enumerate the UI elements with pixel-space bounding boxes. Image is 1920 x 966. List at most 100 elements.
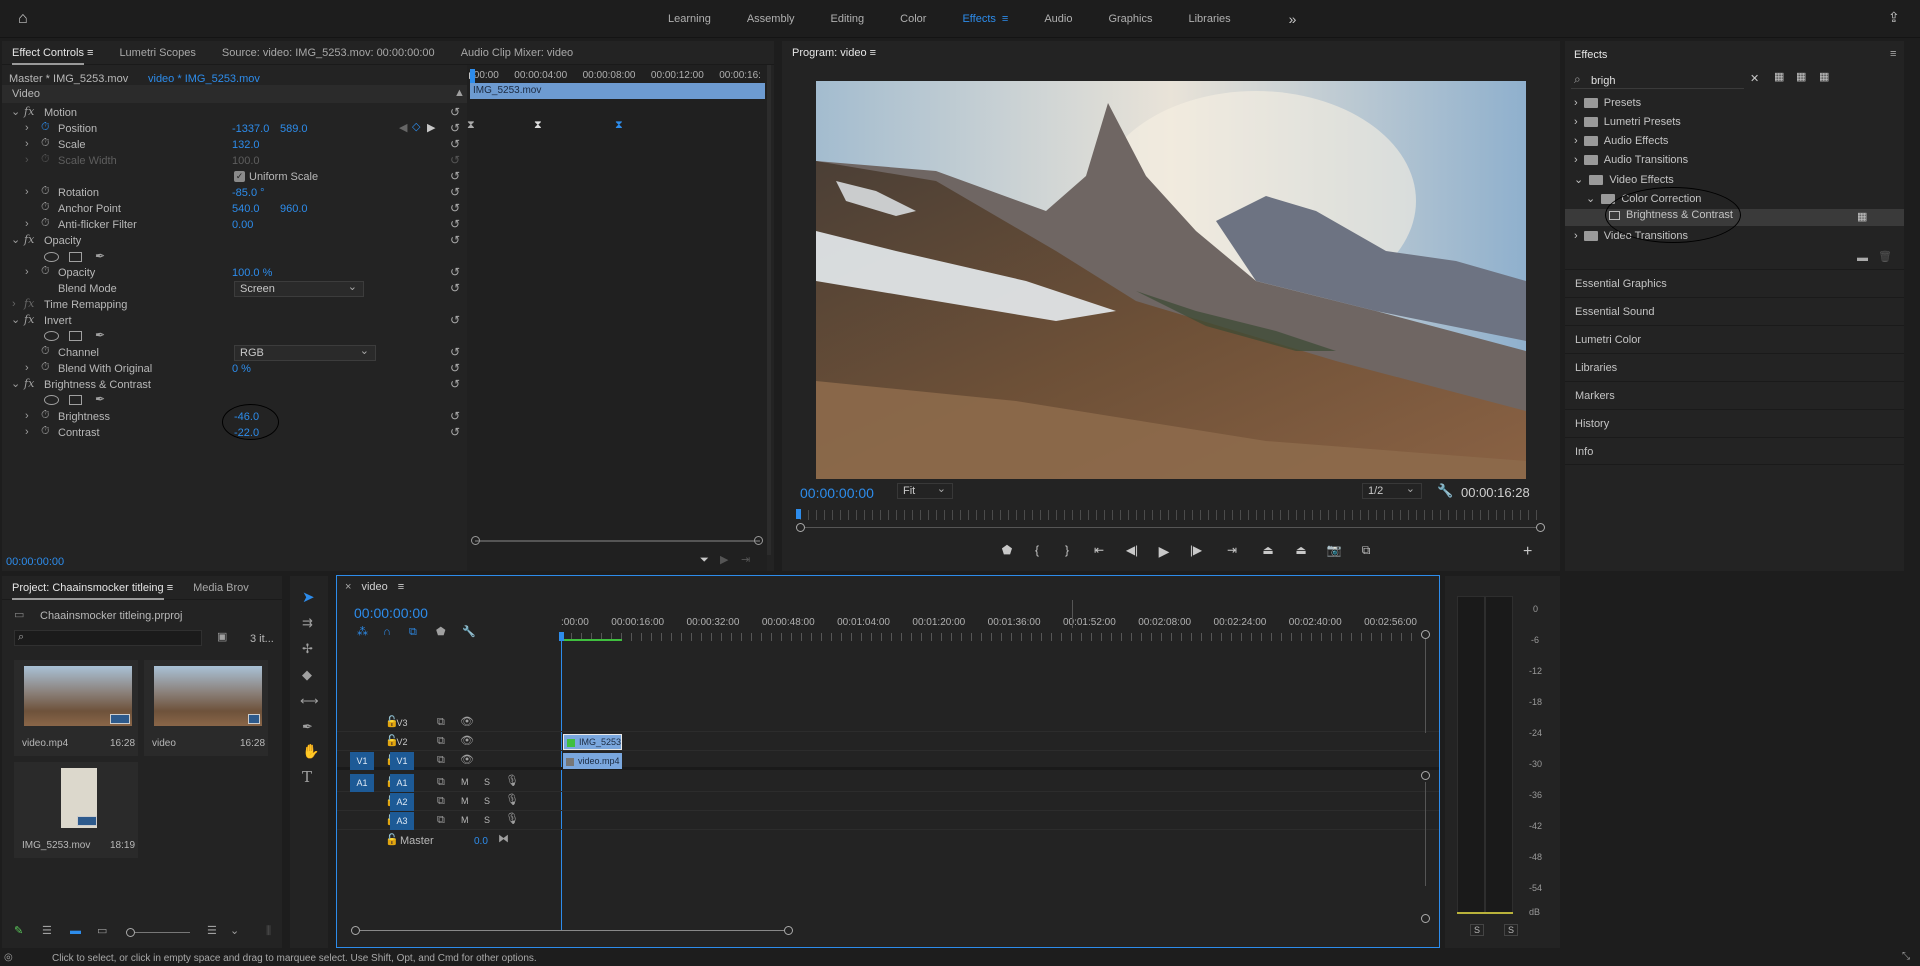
vertical-scroll-handle[interactable] xyxy=(1421,914,1430,923)
reset-brightness-icon[interactable]: ↺ xyxy=(450,409,460,423)
section-essential-sound[interactable]: Essential Sound xyxy=(1565,297,1904,325)
mute-button[interactable]: M xyxy=(461,796,469,806)
slip-tool-icon[interactable]: ⟷ xyxy=(300,694,319,707)
compare-view-icon[interactable]: ⧉ xyxy=(1350,543,1382,563)
snap-icon[interactable]: ∩ xyxy=(383,627,391,638)
ripple-edit-tool-icon[interactable]: ✢ xyxy=(302,642,313,655)
32bit-effects-icon[interactable]: ▦ xyxy=(1796,72,1806,83)
lift-icon[interactable]: ⏏ xyxy=(1252,543,1284,563)
export-frame-icon[interactable]: 📷 xyxy=(1318,543,1350,563)
track-label-v2[interactable]: V2 xyxy=(390,733,414,751)
track-label-v1[interactable]: V1 xyxy=(390,752,414,770)
reset-uniform-scale-icon[interactable]: ↺ xyxy=(450,169,460,183)
zoom-track[interactable] xyxy=(805,527,1536,528)
timeline-clip-v2[interactable]: IMG_5253. xyxy=(563,734,622,750)
workspace-assembly[interactable]: Assembly xyxy=(747,13,795,25)
invert-expand-chevron-icon[interactable]: ⌄ xyxy=(11,315,20,326)
go-to-end-icon[interactable]: ⧓ xyxy=(498,834,509,845)
sync-lock-icon[interactable]: ⧉ xyxy=(437,796,445,807)
wrench-icon[interactable]: 🔧 xyxy=(1437,484,1453,497)
reset-motion-icon[interactable]: ↺ xyxy=(450,105,460,119)
project-item[interactable]: IMG_5253.mov 18:19 xyxy=(14,762,138,858)
workspace-learning[interactable]: Learning xyxy=(668,13,711,25)
brightness-contrast-expand-chevron-icon[interactable]: ⌄ xyxy=(11,379,20,390)
invert-ellipse-mask-icon[interactable] xyxy=(44,331,59,341)
vertical-scroll-track[interactable] xyxy=(1425,782,1426,886)
tab-audio-clip-mixer[interactable]: Audio Clip Mixer: video xyxy=(461,47,574,59)
add-marker-timeline-icon[interactable]: ⬟ xyxy=(436,627,446,638)
reset-rotation-icon[interactable]: ↺ xyxy=(450,185,460,199)
reset-opacity-effect-icon[interactable]: ↺ xyxy=(450,233,460,247)
sync-lock-icon[interactable]: ⧉ xyxy=(437,755,445,766)
solo-right-button[interactable]: S xyxy=(1504,924,1519,936)
invert-rectangle-mask-icon[interactable] xyxy=(69,331,82,341)
tab-source-monitor[interactable]: Source: video: IMG_5253.mov: 00:00:00:00 xyxy=(222,47,435,59)
new-search-bin-icon[interactable]: ▣ xyxy=(217,632,227,643)
reset-opacity-icon[interactable]: ↺ xyxy=(450,265,460,279)
panel-menu-icon[interactable]: ≡ xyxy=(87,47,93,59)
scale-stopwatch-icon[interactable]: ⏱ xyxy=(41,138,50,149)
filter-icon[interactable]: ⏷ xyxy=(700,555,709,566)
selection-tool-icon[interactable]: ➤ xyxy=(302,590,315,605)
flicker-stopwatch-icon[interactable]: ⏱ xyxy=(41,218,50,229)
reset-blend-mode-icon[interactable]: ↺ xyxy=(450,281,460,295)
reset-invert-icon[interactable]: ↺ xyxy=(450,313,460,327)
horizontal-scroll-handle[interactable] xyxy=(784,926,793,935)
clear-search-icon[interactable]: ✕ xyxy=(1750,74,1759,85)
effects-search-input[interactable]: brigh xyxy=(1591,75,1615,87)
timeline-timecode[interactable]: 00:00:00:00 xyxy=(354,605,428,621)
project-search-input[interactable] xyxy=(14,630,202,646)
track-label-a3[interactable]: A3 xyxy=(390,812,414,830)
reset-channel-icon[interactable]: ↺ xyxy=(450,345,460,359)
horizontal-scroll-handle[interactable] xyxy=(351,926,360,935)
blend-original-expand-icon[interactable]: › xyxy=(25,363,29,374)
opacity-stopwatch-icon[interactable]: ⏱ xyxy=(41,266,50,277)
step-back-icon[interactable]: ◀| xyxy=(1116,543,1148,563)
share-icon[interactable]: ⇪ xyxy=(1888,10,1900,24)
solo-button[interactable]: S xyxy=(484,777,490,787)
scale-expand-icon[interactable]: › xyxy=(25,139,29,150)
mute-button[interactable]: M xyxy=(461,815,469,825)
solo-button[interactable]: S xyxy=(484,815,490,825)
extract-icon[interactable]: ⏏ xyxy=(1284,543,1318,563)
program-scrub-bar[interactable] xyxy=(800,510,1542,520)
timeline-settings-icon[interactable]: 🔧 xyxy=(462,627,476,638)
new-bin-icon[interactable]: ▬ xyxy=(1857,253,1868,264)
pen-tool-icon[interactable]: ✒ xyxy=(302,720,313,733)
rectangle-mask-icon[interactable] xyxy=(69,252,82,262)
time-remap-expand-icon[interactable]: › xyxy=(12,299,16,310)
zoom-slider-track[interactable] xyxy=(135,932,190,933)
scale-value[interactable]: 132.0 xyxy=(232,139,260,151)
section-libraries[interactable]: Libraries xyxy=(1565,353,1904,381)
sequence-clip-label[interactable]: video * IMG_5253.mov xyxy=(148,73,260,85)
resize-grip-icon[interactable]: ⤡ xyxy=(1902,952,1910,962)
timeline-menu-icon[interactable]: ≡ xyxy=(398,581,404,593)
keyframe-selected-icon[interactable]: ⧗ xyxy=(615,120,623,131)
previous-keyframe-icon[interactable]: ◀ xyxy=(399,123,407,134)
bc-pen-mask-icon[interactable]: ✒ xyxy=(95,393,105,405)
button-editor-plus-icon[interactable]: + xyxy=(1523,544,1532,560)
mark-in-icon[interactable]: { xyxy=(1022,543,1052,563)
eye-icon[interactable]: 👁 xyxy=(460,717,474,728)
section-essential-graphics[interactable]: Essential Graphics xyxy=(1565,269,1904,297)
sync-lock-icon[interactable]: ⧉ xyxy=(437,736,445,747)
playhead-marker[interactable] xyxy=(470,69,475,83)
blend-mode-dropdown[interactable]: Screen xyxy=(234,280,364,297)
ellipse-mask-icon[interactable] xyxy=(44,252,59,262)
freeform-view-icon[interactable]: ▭ xyxy=(97,926,107,937)
program-menu-icon[interactable]: ≡ xyxy=(870,47,876,59)
zoom-handle-right[interactable] xyxy=(1536,523,1545,532)
workspace-effects[interactable]: Effects xyxy=(962,13,995,25)
track-label-a1[interactable]: A1 xyxy=(390,774,414,792)
more-workspaces-button[interactable]: » xyxy=(1289,11,1297,27)
timeline-clip-v1[interactable]: video.mp4 xyxy=(563,753,622,769)
linked-selection-icon[interactable]: ⧉ xyxy=(409,627,417,638)
eye-icon[interactable]: 👁 xyxy=(460,755,474,766)
track-label-a2[interactable]: A2 xyxy=(390,793,414,811)
tab-effect-controls[interactable]: Effect Controls ≡ xyxy=(12,46,93,65)
position-stopwatch-icon[interactable]: ⏱ xyxy=(41,122,50,133)
sync-lock-icon[interactable]: ⧉ xyxy=(437,717,445,728)
play-icon[interactable]: ▶ xyxy=(1148,543,1180,563)
microphone-icon[interactable]: 🎙 xyxy=(505,776,519,787)
program-timecode[interactable]: 00:00:00:00 xyxy=(800,485,874,501)
